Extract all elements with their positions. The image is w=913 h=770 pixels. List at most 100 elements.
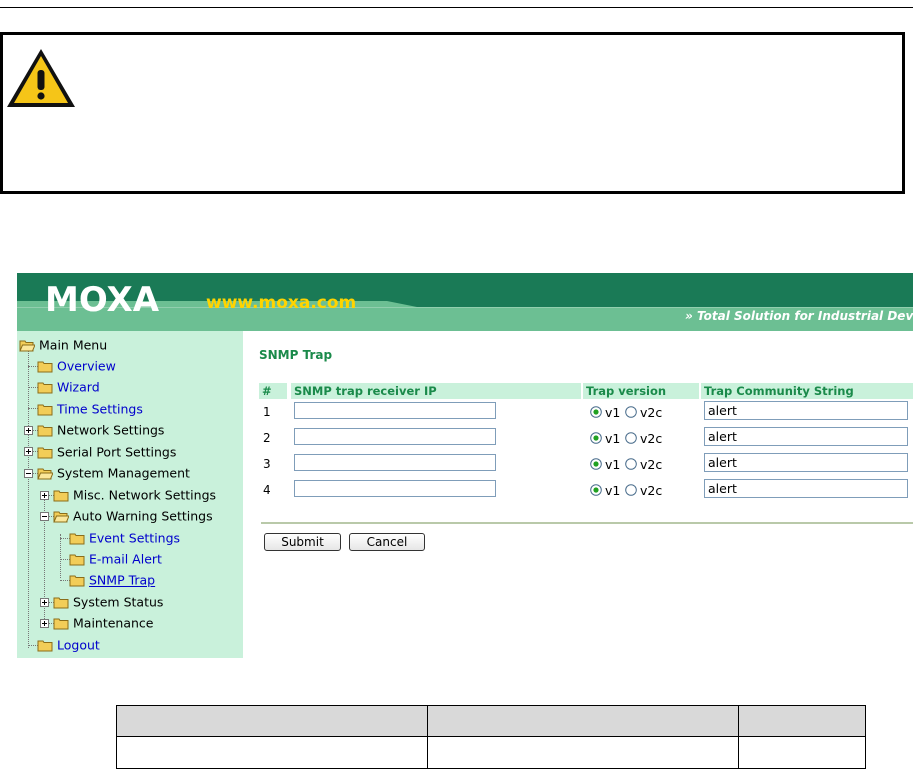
menu-label: System Status bbox=[73, 594, 164, 610]
radio-label-v1: v1 bbox=[605, 405, 621, 420]
menu-main[interactable]: Main Menu bbox=[19, 335, 107, 355]
radio-v1-selected[interactable] bbox=[590, 458, 602, 470]
radio-v2c[interactable] bbox=[625, 406, 637, 418]
table-header-cell bbox=[427, 705, 740, 737]
sidebar-menu: Main Menu Overview Wizard Time Settings … bbox=[17, 331, 243, 658]
trap-community-input-3[interactable] bbox=[704, 453, 908, 472]
trap-community-input-2[interactable] bbox=[704, 427, 908, 446]
menu-label: Auto Warning Settings bbox=[73, 508, 213, 524]
header-community-text: Trap Community String bbox=[704, 384, 854, 398]
trap-ip-input-4[interactable] bbox=[294, 480, 496, 497]
trap-ip-input-2[interactable] bbox=[294, 428, 496, 445]
menu-label: Serial Port Settings bbox=[57, 444, 177, 460]
header-community: Trap Community String bbox=[701, 383, 913, 399]
plus-box-icon[interactable] bbox=[40, 491, 49, 500]
row-number: 4 bbox=[263, 483, 271, 497]
separator-line bbox=[261, 522, 913, 524]
menu-network-settings[interactable]: Network Settings bbox=[37, 420, 164, 440]
menu-wizard[interactable]: Wizard bbox=[37, 377, 100, 397]
radio-label-v2c: v2c bbox=[640, 431, 663, 446]
menu-email-alert[interactable]: E-mail Alert bbox=[69, 549, 162, 569]
radio-v2c[interactable] bbox=[625, 432, 637, 444]
submit-button[interactable]: Submit bbox=[264, 533, 341, 551]
menu-event-settings[interactable]: Event Settings bbox=[69, 528, 180, 548]
menu-snmp-trap[interactable]: SNMP Trap bbox=[69, 570, 155, 590]
trap-ip-input-3[interactable] bbox=[294, 454, 496, 471]
radio-v2c[interactable] bbox=[625, 458, 637, 470]
menu-label: System Management bbox=[57, 465, 190, 481]
folder-icon bbox=[69, 554, 85, 566]
menu-overview[interactable]: Overview bbox=[37, 356, 116, 376]
menu-label: Wizard bbox=[57, 379, 100, 395]
table-header-cell bbox=[115, 705, 429, 737]
row-number: 1 bbox=[263, 405, 271, 419]
table-cell bbox=[427, 736, 740, 769]
radio-v1-selected[interactable] bbox=[590, 432, 602, 444]
menu-logout[interactable]: Logout bbox=[37, 635, 100, 655]
cancel-button[interactable]: Cancel bbox=[349, 533, 425, 551]
radio-label-v1: v1 bbox=[605, 483, 621, 498]
trap-community-input-4[interactable] bbox=[704, 479, 908, 498]
folder-icon bbox=[37, 382, 53, 394]
top-rule bbox=[0, 7, 913, 8]
folder-icon bbox=[37, 361, 53, 373]
menu-label: Main Menu bbox=[39, 337, 108, 353]
plus-box-icon[interactable] bbox=[40, 598, 49, 607]
page-title: SNMP Trap bbox=[259, 348, 333, 362]
table-header-cell bbox=[738, 705, 866, 737]
plus-box-icon[interactable] bbox=[24, 426, 33, 435]
plus-box-icon[interactable] bbox=[40, 619, 49, 628]
browser-window: MOXA www.moxa.com » Total Solution for I… bbox=[17, 273, 913, 658]
radio-v1-selected[interactable] bbox=[590, 406, 602, 418]
row-number: 2 bbox=[263, 431, 271, 445]
menu-system-management[interactable]: System Management bbox=[37, 463, 190, 483]
logo-url[interactable]: www.moxa.com bbox=[206, 293, 356, 313]
menu-misc-network-settings[interactable]: Misc. Network Settings bbox=[53, 485, 216, 505]
radio-label-v2c: v2c bbox=[640, 483, 663, 498]
radio-v2c[interactable] bbox=[625, 484, 637, 496]
folder-open-icon bbox=[19, 340, 35, 352]
minus-box-icon[interactable] bbox=[40, 512, 49, 521]
header-num: # bbox=[259, 383, 287, 399]
table-cell bbox=[115, 736, 429, 769]
menu-label: Network Settings bbox=[57, 422, 165, 438]
header-num-text: # bbox=[262, 384, 272, 398]
header-version: Trap version bbox=[583, 383, 699, 399]
menu-label: Event Settings bbox=[89, 530, 181, 546]
trap-ip-input-1[interactable] bbox=[294, 402, 496, 419]
moxa-logo: MOXA bbox=[45, 281, 160, 317]
header-ip: SNMP trap receiver IP bbox=[291, 383, 581, 399]
trap-community-input-1[interactable] bbox=[704, 401, 908, 420]
slogan-text: » Total Solution for Industrial Devi bbox=[685, 309, 913, 323]
folder-icon bbox=[53, 597, 69, 609]
folder-icon bbox=[69, 533, 85, 545]
radio-label-v2c: v2c bbox=[640, 405, 663, 420]
menu-label: Misc. Network Settings bbox=[73, 487, 217, 503]
menu-auto-warning-settings[interactable]: Auto Warning Settings bbox=[53, 506, 213, 526]
folder-icon bbox=[37, 640, 53, 652]
radio-label-v2c: v2c bbox=[640, 457, 663, 472]
plus-box-icon[interactable] bbox=[24, 447, 33, 456]
radio-label-v1: v1 bbox=[605, 431, 621, 446]
folder-icon bbox=[53, 490, 69, 502]
menu-serial-port-settings[interactable]: Serial Port Settings bbox=[37, 442, 176, 462]
folder-open-icon bbox=[37, 468, 53, 480]
warning-triangle-icon bbox=[7, 49, 75, 107]
row-number: 3 bbox=[263, 457, 271, 471]
minus-box-icon[interactable] bbox=[24, 469, 33, 478]
menu-label: SNMP Trap bbox=[89, 572, 156, 588]
table-cell bbox=[738, 736, 866, 769]
folder-icon bbox=[37, 404, 53, 416]
menu-label: Overview bbox=[57, 358, 116, 374]
radio-v1-selected[interactable] bbox=[590, 484, 602, 496]
menu-label: Logout bbox=[57, 637, 100, 653]
menu-system-status[interactable]: System Status bbox=[53, 592, 163, 612]
menu-maintenance[interactable]: Maintenance bbox=[53, 613, 154, 633]
radio-label-v1: v1 bbox=[605, 457, 621, 472]
banner: MOXA www.moxa.com » Total Solution for I… bbox=[17, 273, 913, 331]
header-version-text: Trap version bbox=[586, 384, 667, 398]
menu-time-settings[interactable]: Time Settings bbox=[37, 399, 143, 419]
folder-icon bbox=[53, 618, 69, 630]
folder-icon bbox=[37, 425, 53, 437]
folder-open-icon bbox=[53, 511, 69, 523]
